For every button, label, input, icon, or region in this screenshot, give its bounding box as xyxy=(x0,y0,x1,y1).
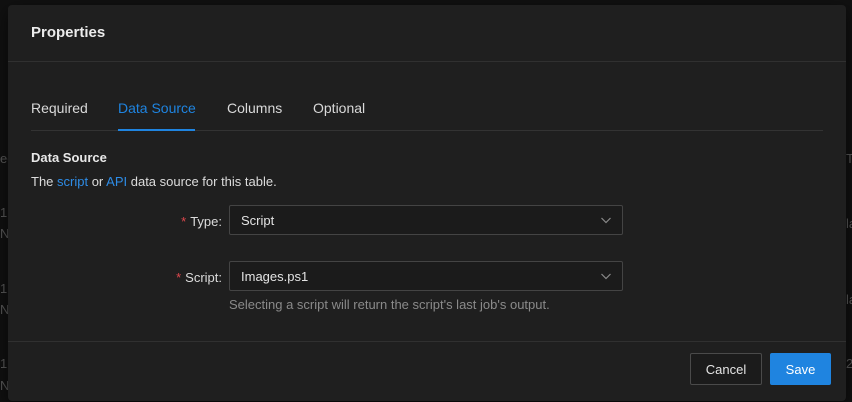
required-mark: * xyxy=(176,270,182,285)
chevron-down-icon xyxy=(601,273,611,280)
chevron-down-icon xyxy=(601,217,611,224)
api-link[interactable]: API xyxy=(106,174,127,189)
dialog-footer: Cancel Save xyxy=(8,341,846,401)
cancel-button[interactable]: Cancel xyxy=(690,353,762,385)
script-select[interactable]: Images.ps1 xyxy=(229,261,623,291)
type-select[interactable]: Script xyxy=(229,205,623,235)
description-text: data source for this table. xyxy=(127,174,277,189)
script-label-text: Script: xyxy=(185,270,222,285)
save-button[interactable]: Save xyxy=(770,353,831,385)
tab-data-source[interactable]: Data Source xyxy=(118,100,196,116)
background-text: 1 xyxy=(0,356,8,371)
background-text: 1 xyxy=(0,205,8,220)
tab-optional[interactable]: Optional xyxy=(313,100,365,116)
background-text: la xyxy=(846,216,852,231)
script-link[interactable]: script xyxy=(57,174,88,189)
active-tab-indicator xyxy=(118,129,195,131)
script-help-text: Selecting a script will return the scrip… xyxy=(229,297,550,312)
background-text: 1 xyxy=(0,281,8,296)
tab-columns[interactable]: Columns xyxy=(227,100,282,116)
description-text: The xyxy=(31,174,58,189)
script-select-value: Images.ps1 xyxy=(241,269,309,284)
background-text: 2 xyxy=(846,356,852,371)
required-mark: * xyxy=(181,214,187,229)
type-select-value: Script xyxy=(241,213,275,228)
background-text: Ta xyxy=(846,151,852,166)
tab-bar: Required Data Source Columns Optional xyxy=(31,92,823,131)
section-title: Data Source xyxy=(31,150,107,165)
properties-dialog: Properties Required Data Source Columns … xyxy=(8,5,846,401)
type-label-text: Type: xyxy=(190,214,222,229)
dialog-title: Properties xyxy=(31,24,106,41)
dialog-header: Properties xyxy=(8,5,846,62)
tab-required[interactable]: Required xyxy=(31,100,88,116)
script-label: * Script: xyxy=(176,270,222,285)
type-label: * Type: xyxy=(181,214,222,229)
background-text: la xyxy=(846,292,852,307)
section-description: The script or API data source for this t… xyxy=(31,174,277,189)
description-text: or xyxy=(88,174,107,189)
